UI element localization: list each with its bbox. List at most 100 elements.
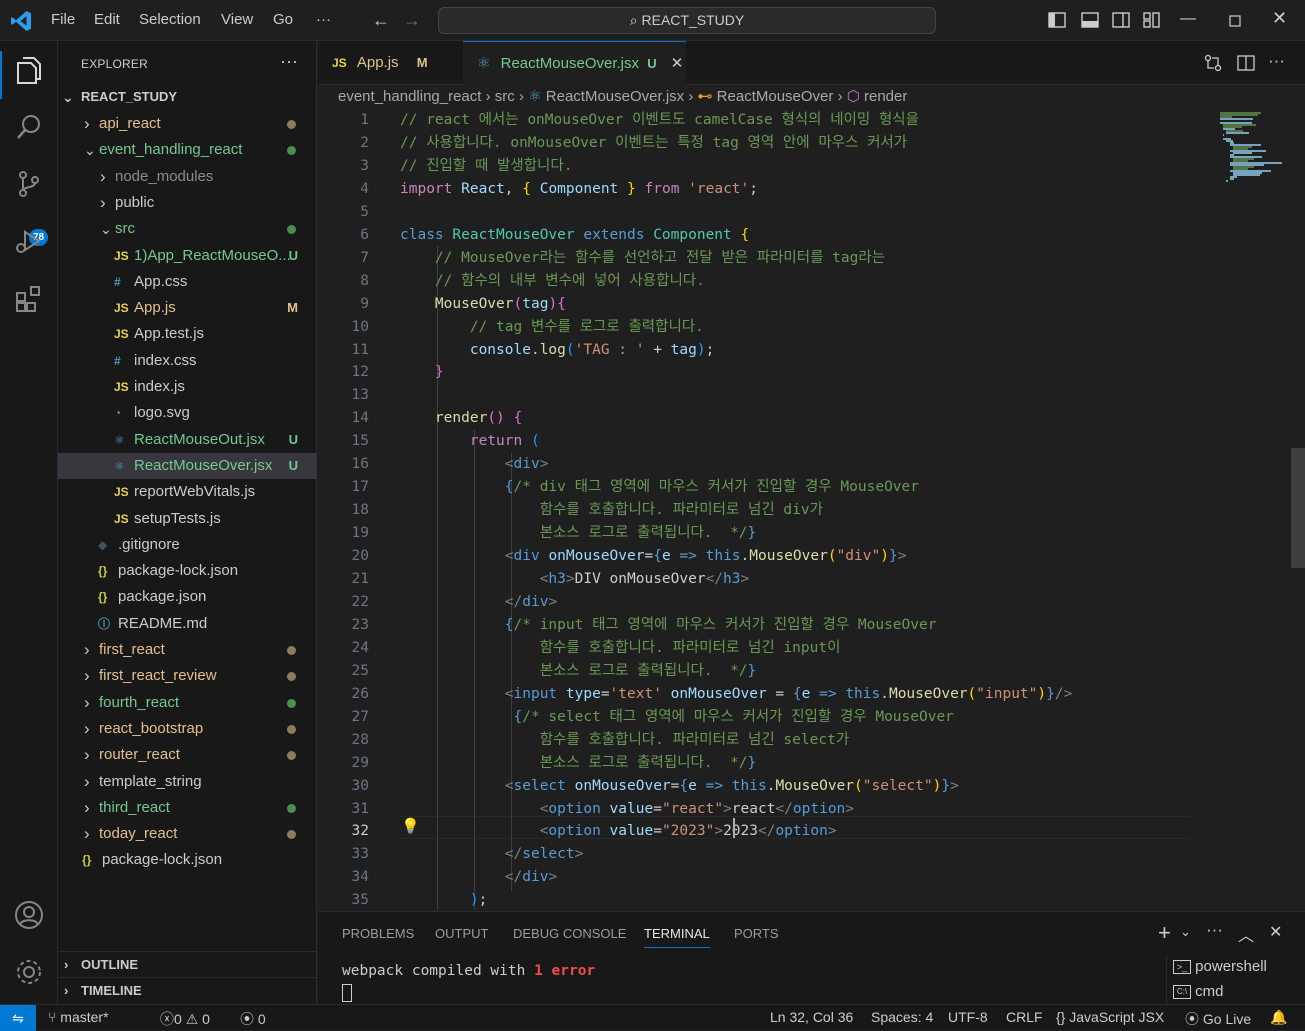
breadcrumb-class[interactable]: ReactMouseOver [717,88,834,105]
tree-file[interactable]: {} package-lock.json [58,847,317,873]
menu-selection[interactable]: Selection [139,11,201,28]
tree-file[interactable]: JS setupTests.js [58,506,317,532]
tree-file[interactable]: ◔ logo.svg [58,400,317,426]
tree-folder[interactable]: › react_bootstrap [58,716,317,742]
more-actions-icon[interactable]: ··· [280,51,298,72]
editor-scrollbar[interactable] [1291,448,1305,568]
language-mode[interactable]: {} JavaScript JSX [1056,1009,1164,1025]
terminal-output[interactable]: webpack compiled with 1 error [342,963,595,979]
timeline-section[interactable]: › TIMELINE [58,977,317,1003]
open-changes-icon[interactable] [1204,54,1222,72]
tree-file[interactable]: ⚛ ReactMouseOut.jsx U [58,427,317,453]
new-terminal-plus-icon[interactable]: + [1158,920,1171,946]
ports-indicator[interactable]: ⦿ 0 [240,1009,266,1029]
code-token: div [522,869,549,886]
minimize-icon[interactable]: — [1180,10,1196,28]
git-branch[interactable]: ⑂ master* [48,1009,109,1025]
toggle-primary-sidebar-icon[interactable] [1048,12,1066,28]
tree-file[interactable]: ⓘ README.md [58,611,317,637]
search-view-icon[interactable] [13,111,45,143]
code-token: < [504,548,514,565]
menu-go[interactable]: Go [273,11,293,28]
maximize-panel-icon[interactable]: ︿ [1238,922,1254,946]
tab-debug-console[interactable]: DEBUG CONSOLE [513,926,626,941]
tree-item-label: App.css [134,272,188,290]
toggle-panel-icon[interactable] [1081,12,1099,28]
remote-indicator-icon[interactable]: ⇋ [0,1005,36,1031]
tree-file[interactable]: JS App.test.js [58,321,317,347]
workspace-root[interactable]: ⌄ REACT_STUDY [58,84,317,110]
breadcrumb-folder[interactable]: src [495,88,515,105]
notifications-bell-icon[interactable]: 🔔 [1270,1009,1287,1026]
tab-problems[interactable]: PROBLEMS [342,926,414,941]
forward-arrow-icon[interactable]: → [403,10,421,31]
tree-file[interactable]: # App.css [58,269,317,295]
tree-folder[interactable]: › router_react [58,742,317,768]
tree-folder[interactable]: › third_react [58,795,317,821]
menu-edit[interactable]: Edit [94,11,120,28]
minimap-line [1232,152,1252,154]
tree-folder[interactable]: › template_string [58,769,317,795]
indentation[interactable]: Spaces: 4 [871,1009,933,1025]
tab-reactmouseover-jsx[interactable]: ⚛ ReactMouseOver.jsx U ✕ [463,41,686,85]
close-window-icon[interactable]: ✕ [1272,8,1287,29]
code-editor[interactable]: 1 2 3 4 5 6 7 8 9 10 11 12 13 14 15 16 17 18 19 20 21 22 23 24 2… [318,108,1305,910]
tree-folder[interactable]: › fourth_react [58,690,317,716]
back-arrow-icon[interactable]: ← [372,10,390,31]
account-icon[interactable] [13,899,45,931]
tree-file[interactable]: {} package.json [58,584,317,610]
outline-section[interactable]: › OUTLINE [58,951,317,977]
settings-gear-icon[interactable] [13,956,45,988]
tree-folder[interactable]: › first_react [58,637,317,663]
panel-more-icon[interactable]: ··· [1206,920,1223,940]
end-of-line[interactable]: CRLF [1006,1009,1043,1025]
cursor-position[interactable]: Ln 32, Col 36 [770,1009,853,1025]
close-panel-icon[interactable]: ✕ [1269,922,1282,942]
code-token: 'TAG : ' [574,341,645,358]
tree-file[interactable]: JS App.js M [58,295,317,321]
tree-file[interactable]: # index.css [58,348,317,374]
command-center-search[interactable]: ⌕ REACT_STUDY [438,7,936,34]
tree-file[interactable]: JS index.js [58,374,317,400]
run-debug-icon[interactable] [13,225,45,257]
maximize-icon[interactable] [1229,15,1241,27]
breadcrumb-folder[interactable]: event_handling_react [338,88,481,105]
tree-folder[interactable]: › node_modules [58,164,317,190]
encoding[interactable]: UTF-8 [948,1009,988,1025]
tree-folder[interactable]: ⌄ event_handling_react [58,137,317,163]
tree-folder[interactable]: › api_react [58,111,317,137]
editor-more-actions-icon[interactable]: ··· [1268,51,1285,71]
menu-view[interactable]: View [221,11,253,28]
tree-file[interactable]: {} package-lock.json [58,558,317,584]
menu-file[interactable]: File [51,11,75,28]
source-control-icon[interactable] [13,168,45,200]
explorer-icon[interactable] [13,54,45,86]
tab-terminal[interactable]: TERMINAL [644,926,710,948]
customize-layout-icon[interactable] [1143,12,1161,28]
close-tab-icon[interactable]: ✕ [671,55,684,72]
go-live-button[interactable]: ⦿ Go Live [1185,1009,1251,1029]
tree-folder[interactable]: › today_react [58,821,317,847]
tree-folder[interactable]: ⌄ src [58,216,317,242]
tab-ports[interactable]: PORTS [734,926,779,941]
code-token: "2023" [661,823,715,840]
tree-folder[interactable]: › first_react_review [58,663,317,689]
breadcrumb-method[interactable]: render [864,88,907,105]
terminal-item-powershell[interactable]: >_ powershell [1173,958,1267,975]
menu-more[interactable]: ··· [316,11,331,28]
lightbulb-icon[interactable]: 💡 [401,817,420,835]
tree-file[interactable]: ◆ .gitignore [58,532,317,558]
tree-file[interactable]: JS reportWebVitals.js [58,479,317,505]
split-editor-icon[interactable] [1237,54,1255,72]
tab-app-js[interactable]: JS App.js M [318,41,463,85]
extensions-icon[interactable] [13,283,45,315]
tree-folder[interactable]: › public [58,190,317,216]
terminal-item-cmd[interactable]: C:\ cmd [1173,983,1224,1000]
toggle-secondary-sidebar-icon[interactable] [1112,12,1130,28]
breadcrumb-file[interactable]: ReactMouseOver.jsx [546,88,684,105]
problems-indicator[interactable]: ⓧ0 ⚠ 0 [160,1009,210,1029]
tree-file[interactable]: JS 1)App_ReactMouseO... U [58,243,317,269]
tab-output[interactable]: OUTPUT [435,926,488,941]
chevron-down-icon[interactable]: ⌄ [1180,924,1191,940]
tree-file[interactable]: ⚛ ReactMouseOver.jsx U [58,452,317,479]
